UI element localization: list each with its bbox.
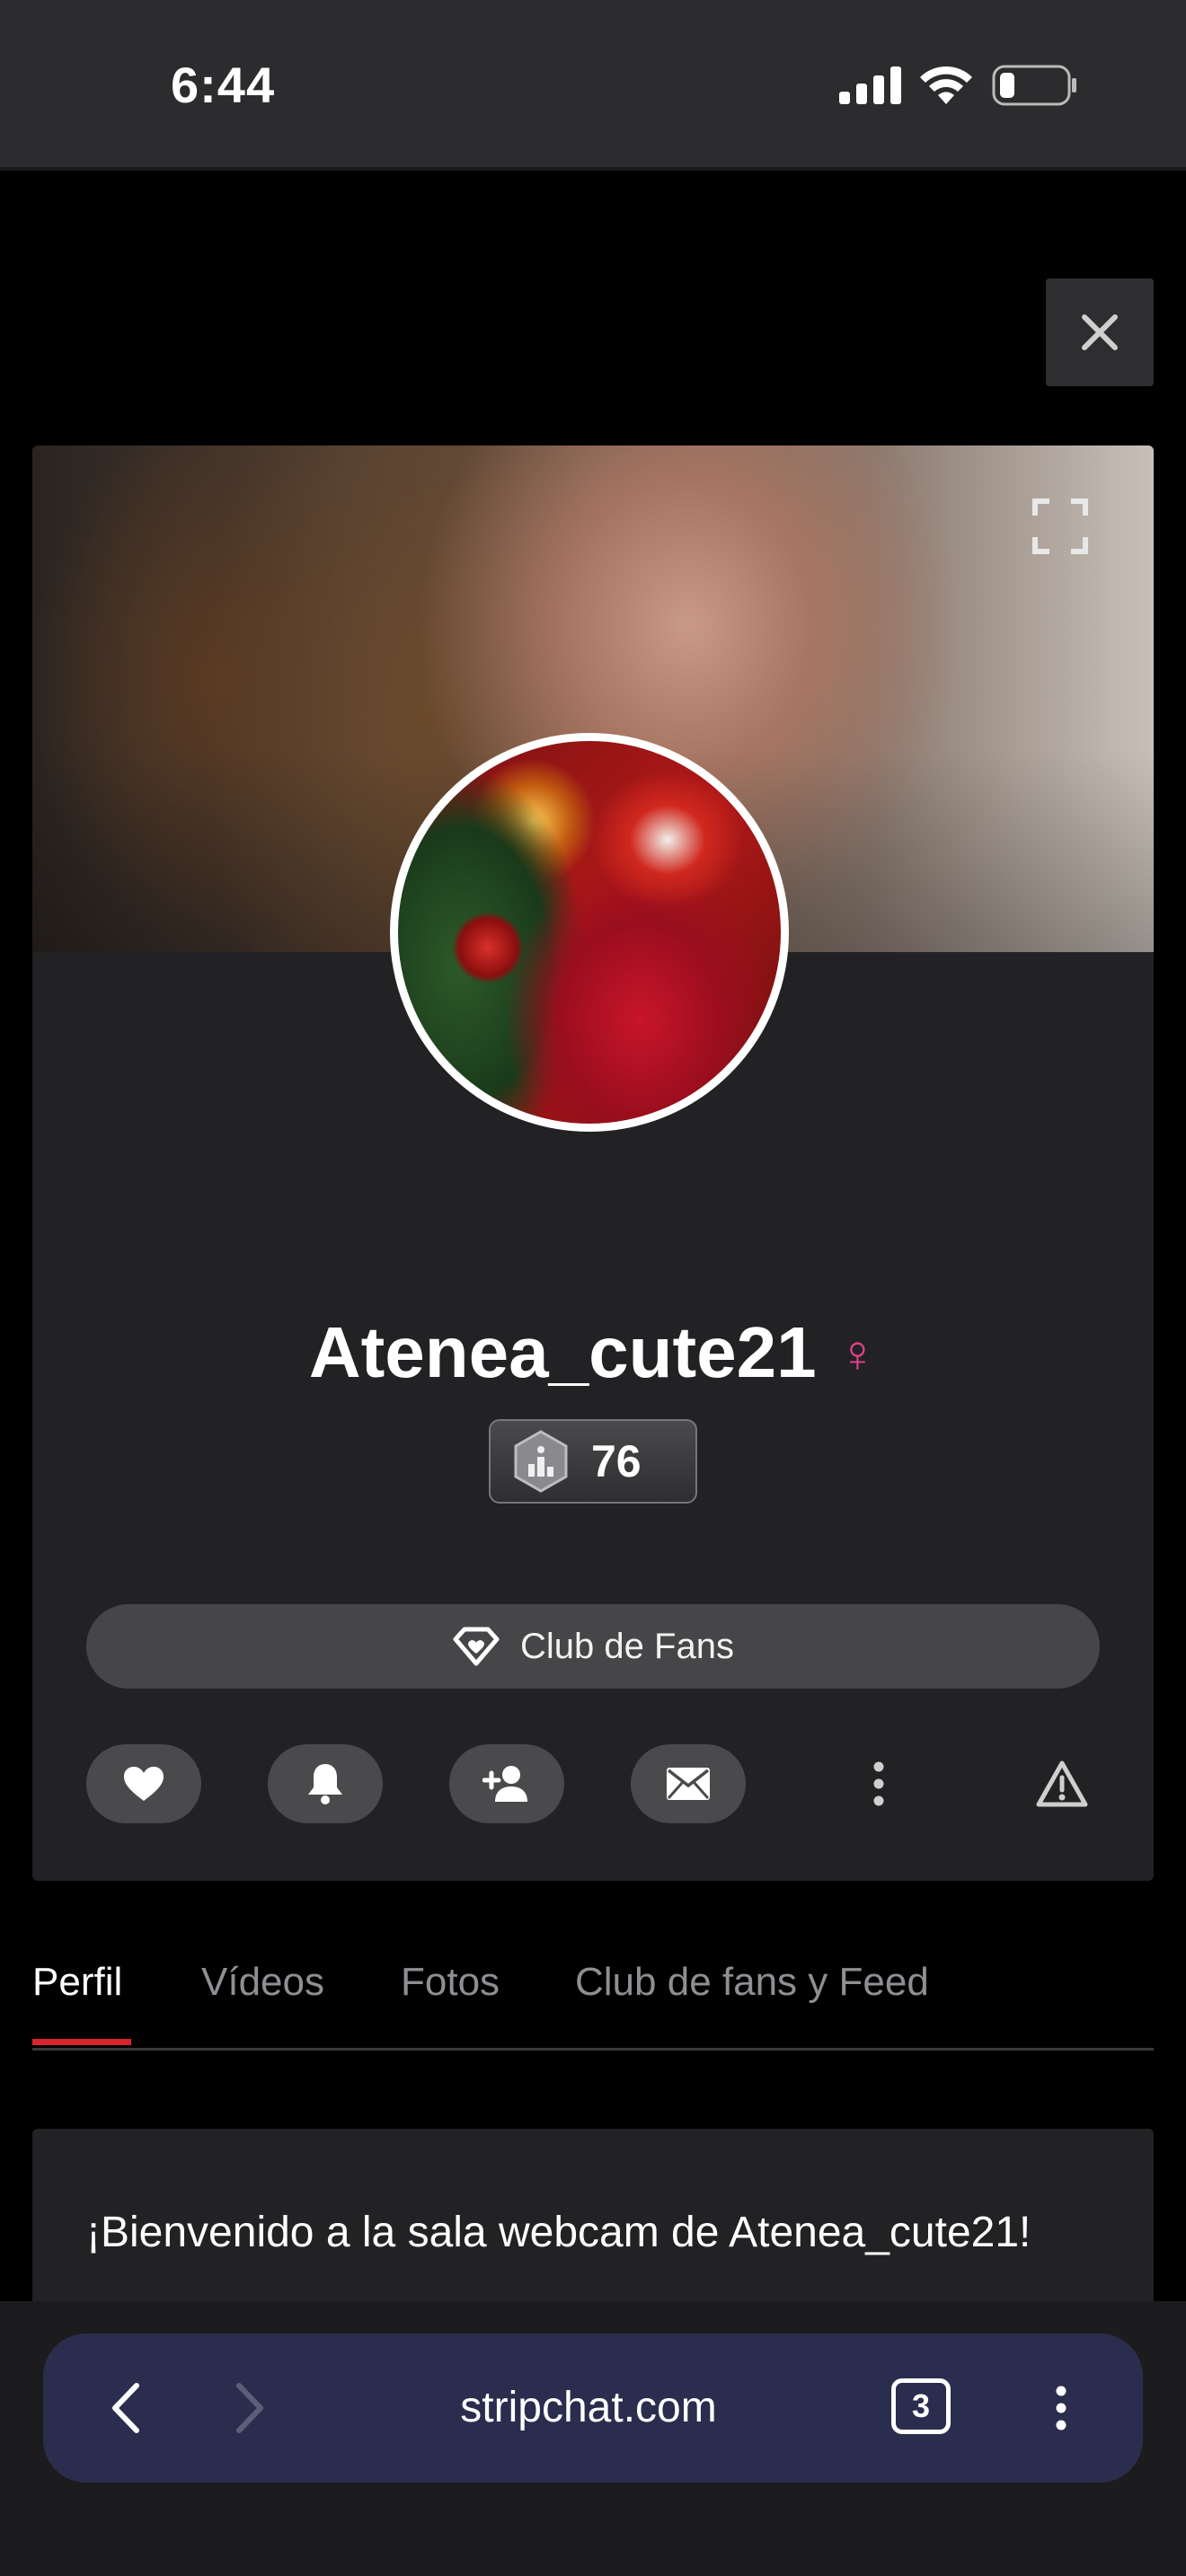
chevron-right-icon xyxy=(236,2383,263,2433)
fullscreen-icon xyxy=(1032,498,1088,554)
female-gender-icon: ♀ xyxy=(837,1325,878,1383)
tab-videos[interactable]: Vídeos xyxy=(201,1949,324,2016)
profile-username: Atenea_cute21 ♀ xyxy=(32,1308,1154,1399)
tab-fotos[interactable]: Fotos xyxy=(401,1949,500,2016)
active-tab-indicator xyxy=(32,2039,131,2045)
more-vertical-icon xyxy=(873,1761,884,1806)
cellular-signal-icon xyxy=(839,66,901,104)
username-text: Atenea_cute21 xyxy=(308,1312,817,1392)
follow-button[interactable] xyxy=(449,1744,564,1823)
notifications-button[interactable] xyxy=(268,1744,383,1823)
heart-icon xyxy=(124,1767,164,1801)
status-time: 6:44 xyxy=(171,57,276,113)
close-icon xyxy=(1082,314,1118,350)
envelope-icon xyxy=(667,1768,710,1800)
diamond-heart-icon xyxy=(453,1627,500,1666)
trophy-hexagon-icon xyxy=(514,1430,568,1493)
profile-tabs: Perfil Vídeos Fotos Club de fans y Feed xyxy=(32,1949,1154,2051)
more-options-button[interactable] xyxy=(839,1744,918,1823)
favorite-button[interactable] xyxy=(86,1744,201,1823)
fan-club-label: Club de Fans xyxy=(520,1626,734,1666)
rank-badge[interactable]: 76 xyxy=(489,1419,697,1504)
profile-card: Atenea_cute21 ♀ 76 Club de Fans xyxy=(32,446,1154,1881)
tab-switcher-button[interactable]: 3 xyxy=(891,2378,951,2434)
bell-icon xyxy=(308,1764,342,1804)
fan-club-button[interactable]: Club de Fans xyxy=(86,1604,1100,1689)
tab-fan-club-feed[interactable]: Club de fans y Feed xyxy=(575,1949,929,2016)
fullscreen-button[interactable] xyxy=(1031,498,1089,555)
browser-menu-button[interactable] xyxy=(1040,2369,1082,2447)
tab-perfil[interactable]: Perfil xyxy=(32,1949,122,2016)
warning-icon xyxy=(1036,1760,1088,1807)
close-button[interactable] xyxy=(1046,278,1154,386)
message-button[interactable] xyxy=(631,1744,746,1823)
report-button[interactable] xyxy=(1022,1744,1102,1823)
wifi-icon xyxy=(920,66,972,104)
url-text[interactable]: stripchat.com xyxy=(377,2377,800,2439)
add-user-icon xyxy=(482,1766,527,1802)
forward-button[interactable] xyxy=(219,2368,282,2448)
chevron-left-icon xyxy=(112,2383,139,2433)
welcome-text: ¡Bienvenido a la sala webcam de Atenea_c… xyxy=(86,2209,1031,2256)
more-vertical-icon xyxy=(1056,2386,1067,2430)
back-button[interactable] xyxy=(93,2368,156,2448)
rank-value: 76 xyxy=(591,1436,642,1486)
avatar[interactable] xyxy=(390,733,789,1132)
battery-icon xyxy=(992,65,1076,106)
